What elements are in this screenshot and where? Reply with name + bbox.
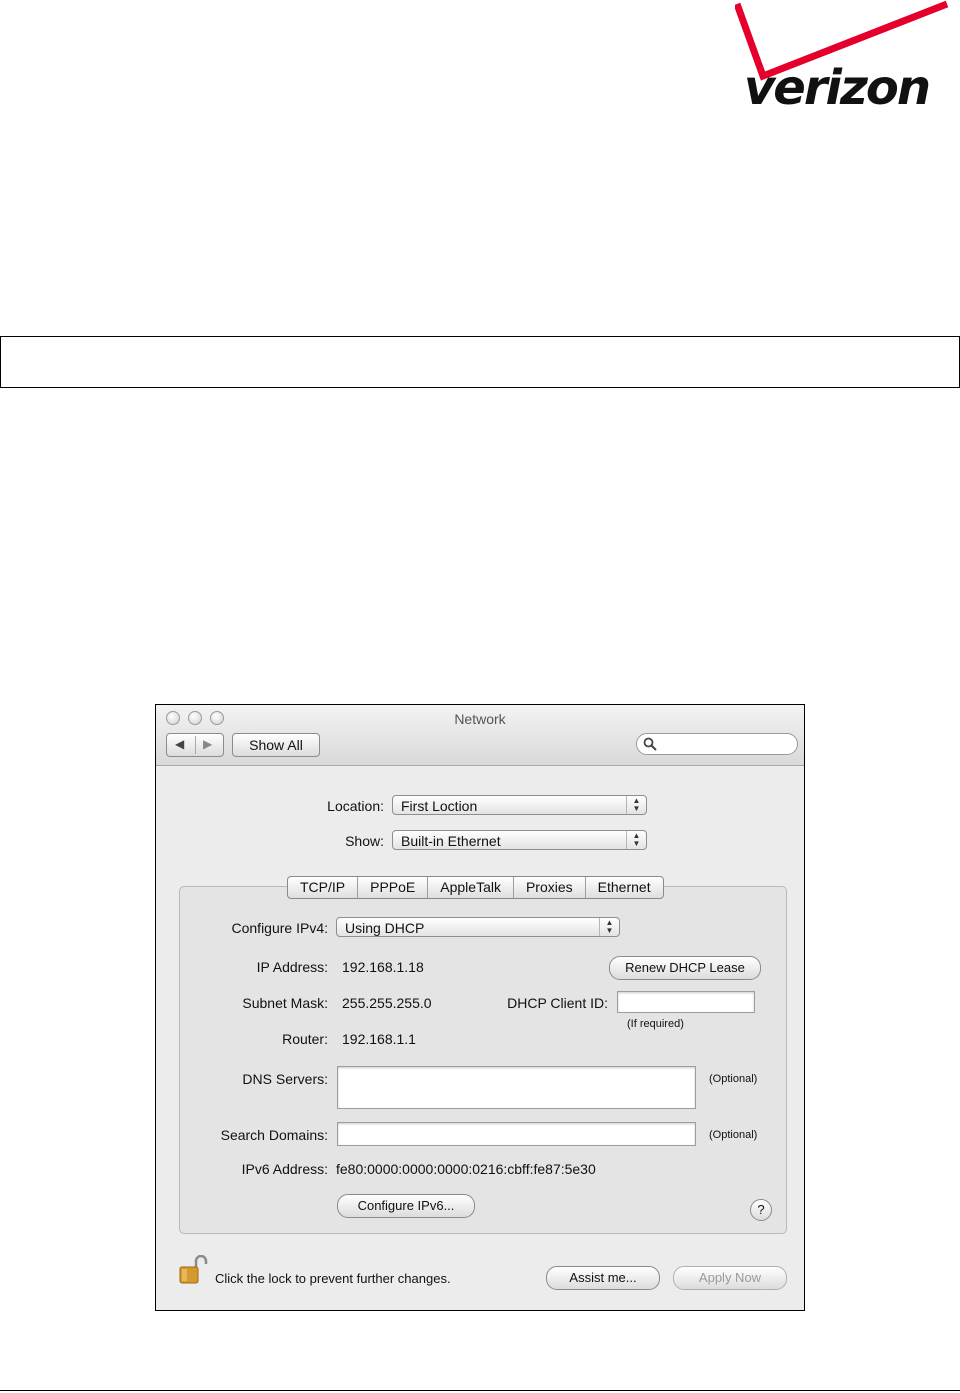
- location-popup[interactable]: First Loction ▲ ▼: [392, 795, 647, 815]
- subnet-mask-label: Subnet Mask:: [242, 995, 328, 1011]
- help-button[interactable]: ?: [750, 1199, 772, 1221]
- lock-icon[interactable]: [178, 1255, 208, 1285]
- tab-appletalk[interactable]: AppleTalk: [428, 877, 514, 898]
- dhcp-client-id-label: DHCP Client ID:: [507, 995, 608, 1011]
- window-title: Network: [454, 711, 506, 727]
- show-all-button[interactable]: Show All: [232, 733, 320, 757]
- dhcp-client-id-hint: (If required): [627, 1018, 684, 1030]
- dns-servers-hint: (Optional): [709, 1073, 758, 1085]
- location-label: Location:: [327, 798, 384, 814]
- popup-arrows-icon: ▲ ▼: [626, 831, 646, 849]
- search-domains-field[interactable]: [337, 1122, 696, 1146]
- ip-address-label: IP Address:: [256, 959, 328, 975]
- search-input[interactable]: [636, 733, 798, 755]
- show-label: Show:: [345, 833, 384, 849]
- tab-pppoe[interactable]: PPPoE: [358, 877, 429, 898]
- logo-text: verizon: [744, 60, 931, 116]
- popup-arrows-icon: ▲ ▼: [626, 796, 646, 814]
- nav-buttons: ◀ ▶: [166, 733, 224, 757]
- popup-arrows-icon: ▲ ▼: [599, 918, 619, 936]
- tab-bar: TCP/IP PPPoE AppleTalk Proxies Ethernet: [287, 876, 664, 899]
- forward-button[interactable]: ▶: [203, 737, 212, 751]
- show-popup[interactable]: Built-in Ethernet ▲ ▼: [392, 830, 647, 850]
- assist-me-button[interactable]: Assist me...: [546, 1266, 660, 1290]
- configure-ipv6-button[interactable]: Configure IPv6...: [337, 1194, 475, 1218]
- tab-proxies[interactable]: Proxies: [514, 877, 586, 898]
- tab-ethernet[interactable]: Ethernet: [586, 877, 663, 898]
- title-bar: Network ◀ ▶ Show All: [156, 705, 804, 766]
- search-domains-label: Search Domains:: [220, 1127, 328, 1143]
- dns-servers-field[interactable]: [337, 1066, 696, 1109]
- ip-address-value: 192.168.1.18: [342, 959, 424, 975]
- configure-ipv4-popup[interactable]: Using DHCP ▲ ▼: [336, 917, 620, 937]
- dns-servers-label: DNS Servers:: [242, 1071, 328, 1087]
- search-icon: [643, 737, 657, 751]
- location-value: First Loction: [401, 798, 478, 814]
- search-domains-hint: (Optional): [709, 1129, 758, 1141]
- document-box: [0, 336, 960, 388]
- tab-panel: [179, 886, 787, 1234]
- configure-ipv4-label: Configure IPv4:: [231, 920, 329, 936]
- renew-dhcp-lease-button[interactable]: Renew DHCP Lease: [609, 956, 761, 980]
- bottom-rule: [0, 1390, 960, 1391]
- router-label: Router:: [282, 1031, 328, 1047]
- nav-divider: [195, 736, 196, 754]
- apply-now-button[interactable]: Apply Now: [673, 1266, 787, 1290]
- ipv6-address-label: IPv6 Address:: [241, 1161, 328, 1177]
- lock-message: Click the lock to prevent further change…: [215, 1271, 451, 1286]
- back-button[interactable]: ◀: [175, 737, 184, 751]
- network-window: Network ◀ ▶ Show All Location: First Loc…: [155, 704, 805, 1311]
- show-value: Built-in Ethernet: [401, 833, 501, 849]
- subnet-mask-value: 255.255.255.0: [342, 995, 432, 1011]
- tab-tcpip[interactable]: TCP/IP: [288, 877, 359, 898]
- configure-ipv4-value: Using DHCP: [345, 920, 425, 936]
- router-value: 192.168.1.1: [342, 1031, 416, 1047]
- ipv6-address-value: fe80:0000:0000:0000:0216:cbff:fe87:5e30: [336, 1161, 596, 1177]
- dhcp-client-id-field[interactable]: [617, 991, 755, 1013]
